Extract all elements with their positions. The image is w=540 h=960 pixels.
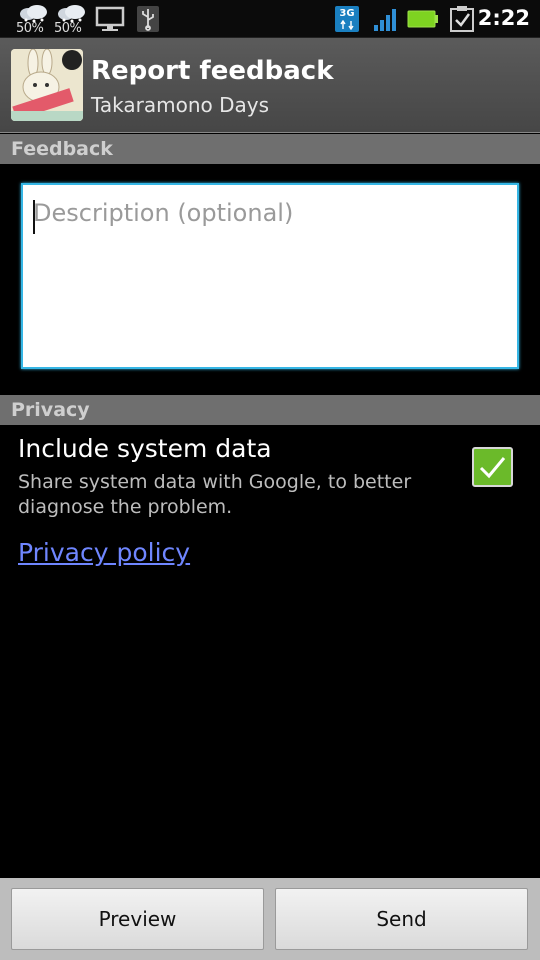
cloud-snow-icon <box>58 5 85 22</box>
cloud-snow-icon <box>20 5 47 22</box>
battery-icon <box>407 10 438 28</box>
send-button[interactable]: Send <box>275 888 528 950</box>
text-caret <box>33 200 35 234</box>
description-input[interactable] <box>23 185 517 367</box>
weather-value: 50% <box>16 21 44 36</box>
dialog-header: Report feedback Takaramono Days <box>0 38 540 133</box>
app-icon <box>11 49 83 121</box>
section-title: Privacy <box>11 399 90 421</box>
status-bar: 50% 50% 3G 2:22 <box>0 0 540 38</box>
section-header-privacy: Privacy <box>0 395 540 425</box>
privacy-policy-link[interactable]: Privacy policy <box>18 538 190 567</box>
monitor-icon <box>95 6 125 31</box>
preview-button[interactable]: Preview <box>11 888 264 950</box>
button-bar: Preview Send <box>0 878 540 960</box>
section-header-feedback: Feedback <box>0 134 540 164</box>
weather-widget-1: 50% <box>16 2 52 36</box>
description-field[interactable] <box>21 183 519 369</box>
system-data-title: Include system data <box>18 434 272 463</box>
weather-widget-2: 50% <box>54 2 90 36</box>
network-3g-icon: 3G <box>335 6 359 32</box>
app-name: Takaramono Days <box>91 93 270 117</box>
task-check-icon <box>450 6 474 32</box>
clock: 2:22 <box>477 6 530 30</box>
usb-icon <box>137 6 159 32</box>
system-data-summary: Share system data with Google, to better… <box>18 471 412 518</box>
checkmark-icon <box>479 457 506 479</box>
system-data-checkbox[interactable] <box>472 447 513 487</box>
dialog-title: Report feedback <box>91 56 334 86</box>
section-title: Feedback <box>11 138 113 160</box>
signal-icon <box>374 9 396 31</box>
weather-value: 50% <box>54 21 82 36</box>
